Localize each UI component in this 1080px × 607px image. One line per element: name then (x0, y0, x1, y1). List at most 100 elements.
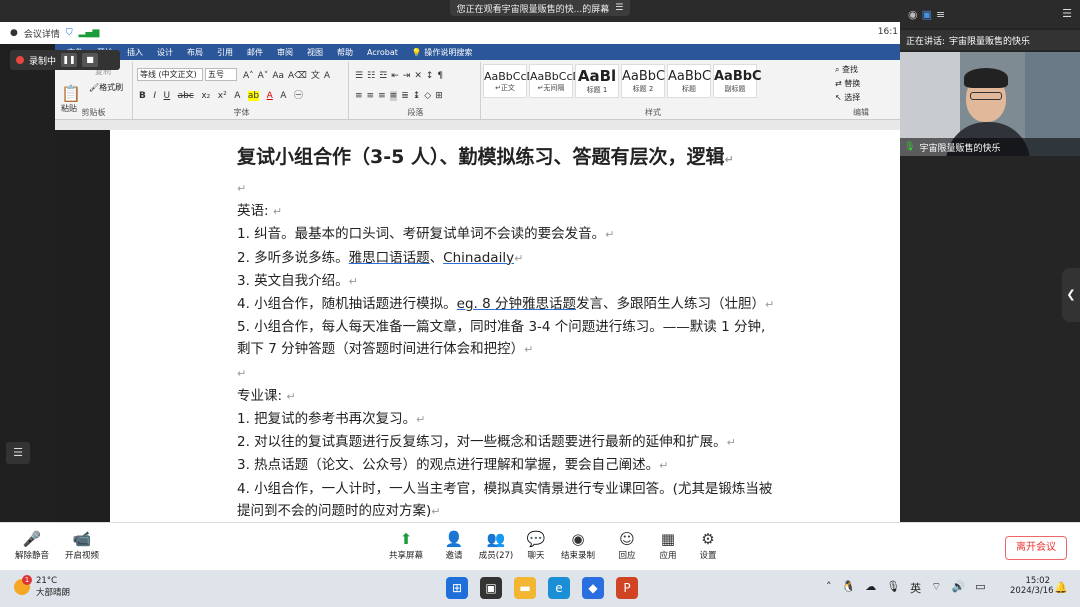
border-char-icon[interactable]: A (324, 71, 330, 81)
bold-icon[interactable]: B (139, 91, 146, 101)
weather-widget[interactable]: 1 21°C 大部晴朗 (14, 575, 70, 598)
share-icon: ⬆ (399, 530, 413, 548)
info-icon: ● (10, 28, 18, 38)
settings-button[interactable]: ⚙ 设置 (684, 529, 732, 561)
font-name-select[interactable]: 等线 (中文正文) (137, 68, 203, 81)
avatar-icon: ◉ (908, 7, 918, 21)
collapse-panel-button[interactable]: ❮ (1062, 268, 1080, 322)
find-button[interactable]: ⌕ 查找 (835, 64, 858, 75)
document-page[interactable]: 复试小组合作（3-5 人）、勤模拟练习、答题有层次，逻辑↵ ↵ 英语: ↵ 1.… (110, 130, 960, 522)
change-case-icon[interactable]: Aa (272, 71, 284, 81)
share-screen-button[interactable]: ⬆ 共享屏幕 (382, 529, 430, 561)
video-panel: ◉ ▣ ≡ ☰ 正在讲话: 宇宙限量贩售的快乐 🎙 宇宙限量贩售的快乐 (900, 0, 1080, 522)
tell-me-search[interactable]: 💡 操作说明搜索 (412, 47, 473, 58)
grow-font-icon[interactable]: A˄ (243, 71, 254, 81)
menu-icon[interactable]: ☰ (1062, 7, 1072, 20)
align-right-icon[interactable]: ≡ (378, 91, 386, 101)
taskbar-clock[interactable]: 15:02 2024/3/16 (1010, 576, 1054, 596)
chevron-up-icon[interactable]: ˄ (826, 580, 832, 596)
style-subtitle[interactable]: AaBbC 副标题 (713, 64, 762, 98)
record-dot-icon (16, 56, 24, 64)
meeting-app-icon[interactable]: ◆ (582, 577, 604, 599)
asian-layout-icon[interactable]: ✕ (414, 71, 422, 81)
meeting-details-link[interactable]: 会议详情 (24, 27, 60, 40)
font-group: 等线 (中文正文) 五号 A˄ A˅ Aa A⌫ 文 A B I U abc x₂ x² … (135, 62, 349, 119)
clear-format-icon[interactable]: A⌫ (288, 71, 307, 81)
tab-review[interactable]: 审阅 (277, 47, 293, 58)
signal-icon: ▂▄▆ (78, 28, 100, 38)
list-icon[interactable]: ☰ (6, 442, 30, 464)
select-button[interactable]: ↖ 选择 (835, 92, 860, 103)
leave-meeting-button[interactable]: 离开会议 (1005, 536, 1067, 560)
enclose-char-icon[interactable]: ㊀ (294, 88, 303, 101)
sort-icon[interactable]: ↕ (426, 71, 434, 81)
tab-design[interactable]: 设计 (157, 47, 173, 58)
battery-icon[interactable]: ▭ (975, 580, 985, 596)
highlight-icon[interactable]: ab (247, 91, 260, 101)
justify-icon[interactable]: ≡ (389, 91, 398, 101)
microphone-icon[interactable]: 🎙 (886, 580, 900, 596)
task-view-icon[interactable]: ▣ (480, 577, 502, 599)
ime-indicator[interactable]: 英 (910, 580, 921, 596)
style-no-spacing[interactable]: AaBbCcDd ↵无间隔 (529, 64, 588, 98)
borders-icon[interactable]: ⊞ (435, 91, 443, 101)
cloud-icon[interactable]: ☁ (865, 580, 876, 596)
style-heading-1[interactable]: AaBl 标题 1 (575, 64, 619, 98)
shading-icon[interactable]: A (280, 91, 286, 101)
underline-icon[interactable]: U (164, 91, 171, 101)
invite-button[interactable]: 👤 邀请 (430, 529, 478, 561)
wifi-icon[interactable]: ⌔ (931, 580, 941, 596)
tab-help[interactable]: 帮助 (337, 47, 353, 58)
document-body[interactable]: 复试小组合作（3-5 人）、勤模拟练习、答题有层次，逻辑↵ ↵ 英语: ↵ 1.… (237, 142, 837, 522)
bullets-icon[interactable]: ☰ (355, 71, 363, 81)
line-spacing-icon[interactable]: ↨ (413, 91, 421, 101)
list-view-icon[interactable]: ≡ (936, 8, 945, 21)
start-video-button[interactable]: 📹 开启视频 (58, 529, 106, 561)
replace-button[interactable]: ⇄ 替换 (835, 78, 860, 89)
unmute-button[interactable]: 🎤 解除静音 (8, 529, 56, 561)
show-marks-icon[interactable]: ¶ (437, 71, 443, 81)
italic-icon[interactable]: I (153, 91, 156, 101)
font-size-select[interactable]: 五号 (205, 68, 237, 81)
numbering-icon[interactable]: ☷ (367, 71, 375, 81)
tab-acrobat[interactable]: Acrobat (367, 48, 398, 57)
layout-icon[interactable]: ▣ (922, 8, 932, 21)
distributed-icon[interactable]: ≣ (401, 91, 409, 101)
style-heading-2[interactable]: AaBbC 标题 2 (621, 64, 665, 98)
pause-record-button[interactable]: ❚❚ (61, 53, 78, 67)
edge-browser-icon[interactable]: e (548, 577, 570, 599)
align-center-icon[interactable]: ≡ (367, 91, 375, 101)
style-title[interactable]: AaBbC 标题 (667, 64, 711, 98)
qq-icon[interactable]: 🐧 (842, 580, 856, 596)
format-painter-button[interactable]: 🖌格式刷 (89, 82, 123, 93)
powerpoint-icon[interactable]: P (616, 577, 638, 599)
windows-start-icon[interactable]: ⊞ (446, 577, 468, 599)
shading-fill-icon[interactable]: ◇ (424, 91, 431, 101)
style-normal[interactable]: AaBbCcDd ↵正文 (483, 64, 542, 98)
subscript-icon[interactable]: x₂ (201, 91, 210, 101)
increase-indent-icon[interactable]: ⇥ (403, 71, 411, 81)
tab-mailings[interactable]: 邮件 (247, 47, 263, 58)
speaker-icon[interactable]: 🔊 (952, 580, 966, 596)
text-effects-icon[interactable]: A (234, 91, 240, 101)
chat-button[interactable]: 💬 聊天 (512, 529, 560, 561)
superscript-icon[interactable]: x² (218, 91, 227, 101)
tab-view[interactable]: 视图 (307, 47, 323, 58)
stop-recording-button[interactable]: ◉ 结束录制 (554, 529, 602, 561)
shield-icon[interactable]: ⛉ (66, 28, 73, 38)
decrease-indent-icon[interactable]: ⇤ (391, 71, 399, 81)
stop-record-button[interactable]: ■ (82, 53, 99, 67)
shrink-font-icon[interactable]: A˅ (258, 71, 269, 81)
bell-icon[interactable]: 🔔 (1054, 581, 1068, 594)
hamburger-icon[interactable]: ☰ (615, 3, 623, 13)
tab-layout[interactable]: 布局 (187, 47, 203, 58)
align-left-icon[interactable]: ≡ (355, 91, 363, 101)
multilevel-icon[interactable]: ☲ (379, 71, 387, 81)
lightbulb-icon: 💡 (411, 47, 422, 57)
font-color-icon[interactable]: A (267, 91, 273, 101)
phonetic-icon[interactable]: 文 (311, 68, 320, 81)
tab-insert[interactable]: 插入 (127, 47, 143, 58)
tab-references[interactable]: 引用 (217, 47, 233, 58)
file-explorer-icon[interactable]: ▬ (514, 577, 536, 599)
strikethrough-icon[interactable]: abc (178, 91, 194, 101)
